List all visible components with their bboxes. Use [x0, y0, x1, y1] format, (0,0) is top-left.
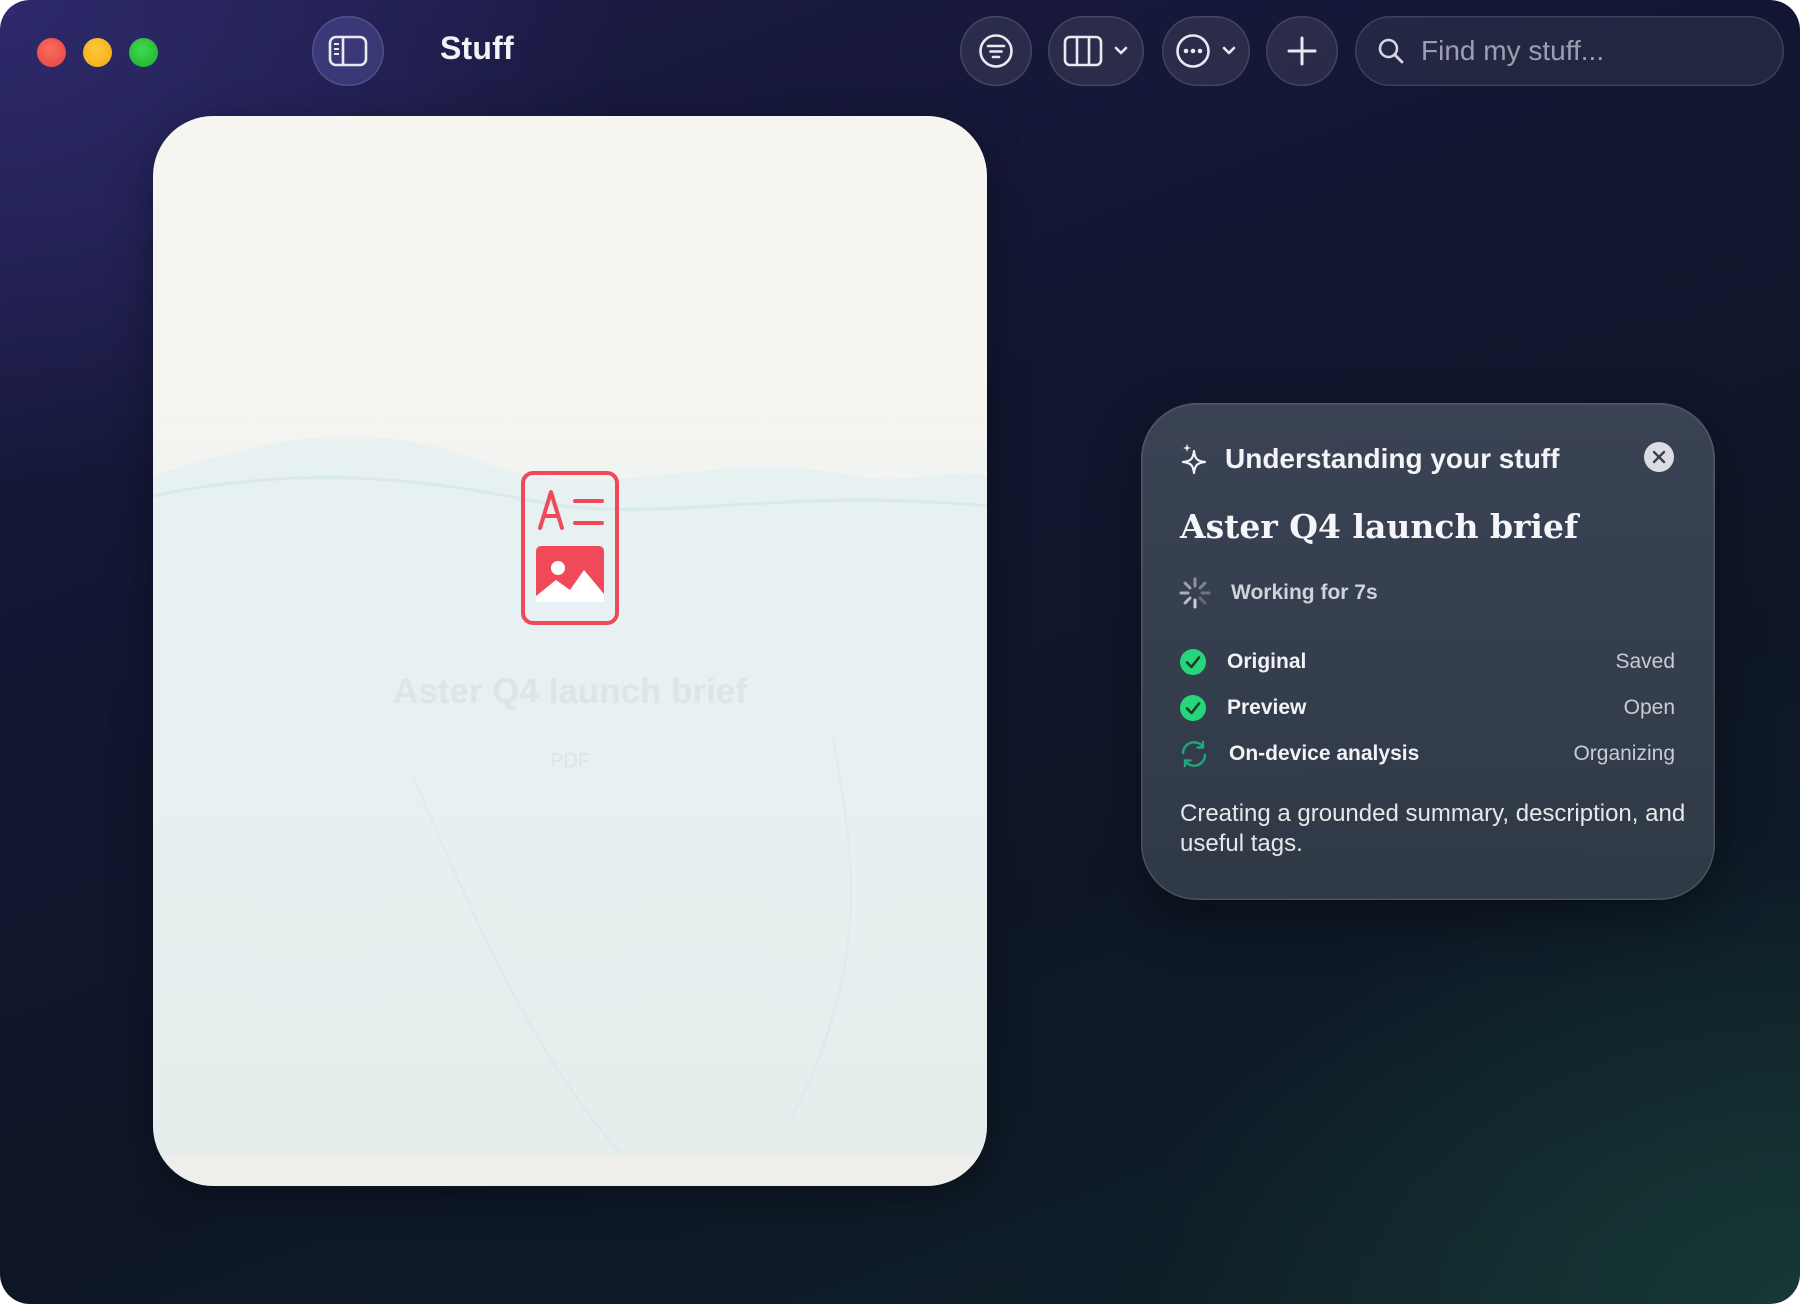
spinner-icon — [1179, 577, 1211, 609]
step-label: On-device analysis — [1229, 742, 1420, 765]
sync-arrows-icon — [1181, 740, 1207, 768]
view-mode-button[interactable] — [1048, 16, 1144, 86]
understanding-panel: Understanding your stuff Aster Q4 launch… — [1141, 403, 1715, 900]
step-status: Open — [1623, 696, 1675, 719]
chevron-down-icon — [1114, 46, 1128, 55]
toggle-sidebar-button[interactable] — [312, 16, 384, 86]
checkmark-circle-icon — [1180, 695, 1206, 721]
plus-icon — [1287, 36, 1317, 66]
more-actions-button[interactable] — [1162, 16, 1250, 86]
document-type-ghost: PDF — [550, 750, 590, 772]
sidebar-icon — [328, 35, 368, 67]
sparkles-icon — [1181, 444, 1207, 475]
panel-header: Understanding your stuff — [1181, 443, 1559, 475]
ellipsis-circle-icon — [1176, 34, 1210, 68]
step-status: Saved — [1615, 650, 1675, 673]
panel-document-title: Aster Q4 launch brief — [1180, 507, 1579, 546]
filter-button[interactable] — [960, 16, 1032, 86]
document-icon — [521, 471, 619, 625]
search-icon — [1378, 38, 1404, 64]
filter-icon — [979, 34, 1013, 68]
close-icon — [1652, 450, 1666, 464]
working-status: Working for 7s — [1179, 577, 1378, 609]
step-preview: Preview Open — [1179, 692, 1675, 724]
document-title-ghost: Aster Q4 launch brief — [393, 672, 747, 711]
search-input[interactable] — [1419, 34, 1753, 68]
search-field[interactable] — [1355, 16, 1784, 86]
panel-title: Understanding your stuff — [1225, 443, 1560, 474]
window-zoom-button[interactable] — [129, 38, 158, 67]
window-minimize-button[interactable] — [83, 38, 112, 67]
window-title: Stuff — [440, 30, 514, 66]
working-duration: Working for 7s — [1231, 581, 1378, 604]
panel-description: Creating a grounded summary, description… — [1180, 800, 1686, 857]
panel-close-button[interactable] — [1644, 442, 1674, 472]
step-label: Original — [1227, 650, 1307, 673]
add-button[interactable] — [1266, 16, 1338, 86]
app-window: Stuff Find my stuff... Aster Q4 launch b… — [0, 0, 1800, 1304]
document-preview-card[interactable]: Aster Q4 launch brief PDF — [153, 116, 987, 1186]
step-original: Original Saved — [1179, 646, 1675, 678]
chevron-down-icon — [1222, 46, 1236, 55]
checkmark-circle-icon — [1180, 649, 1206, 675]
columns-icon — [1063, 35, 1103, 67]
step-on-device-analysis: On-device analysis Organizing — [1179, 738, 1675, 770]
step-label: Preview — [1227, 696, 1307, 719]
step-status: Organizing — [1573, 742, 1675, 765]
window-close-button[interactable] — [37, 38, 66, 67]
